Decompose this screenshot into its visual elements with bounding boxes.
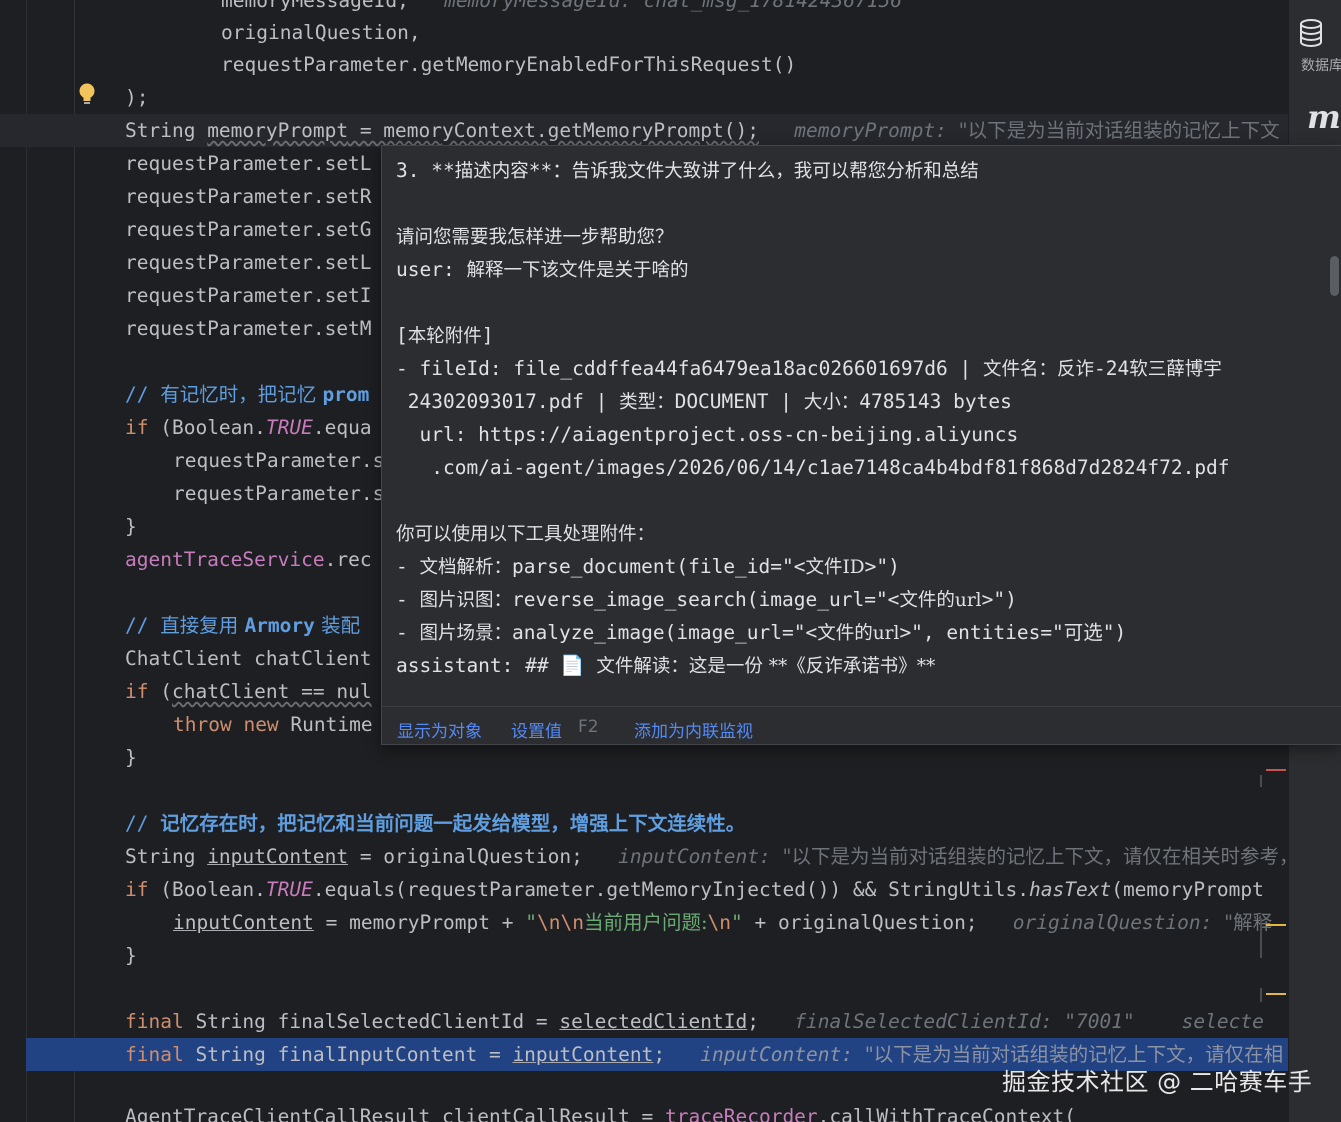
popup-line: - 文档解析：parse_document(file_id="<文件ID>") bbox=[396, 555, 900, 578]
popup-line: [本轮附件] bbox=[396, 324, 494, 347]
popup-line: 24302093017.pdf | 类型：DOCUMENT | 大小：47851… bbox=[396, 390, 1012, 413]
code-line[interactable]: String inputContent = originalQuestion; … bbox=[0, 840, 1288, 873]
popup-line: 3. **描述内容**：告诉我文件大致讲了什么，我可以帮您分析和总结 bbox=[396, 159, 979, 182]
popup-line: 你可以使用以下工具处理附件： bbox=[396, 524, 656, 545]
database-tool-label[interactable]: 数据库 bbox=[1301, 55, 1341, 75]
popup-line: user: 解释一下该文件是关于啥的 bbox=[396, 258, 689, 281]
watermark: 掘金技术社区 @ 二哈赛车手 bbox=[1002, 1068, 1313, 1096]
code-line[interactable]: if (Boolean.TRUE.equals(requestParameter… bbox=[0, 873, 1288, 906]
change-marker bbox=[1260, 775, 1262, 787]
change-marker bbox=[1260, 988, 1262, 1002]
set-value-shortcut: F2 bbox=[578, 717, 599, 737]
add-inline-watch-link[interactable]: 添加为内联监视 bbox=[634, 717, 753, 742]
popup-line: assistant: ## 📄 文件解读：这是一份 **《反诈承诺书》** bbox=[396, 654, 936, 677]
popup-line: - 图片场景：analyze_image(image_url="<文件的url>… bbox=[396, 621, 1127, 644]
mybatis-m-icon[interactable]: m bbox=[1307, 98, 1341, 136]
change-marker bbox=[1260, 918, 1262, 958]
code-line[interactable]: inputContent = memoryPrompt + "\n\n当前用户问… bbox=[0, 906, 1288, 939]
code-line-current[interactable]: String memoryPrompt = memoryContext.getM… bbox=[0, 114, 1288, 147]
change-marker bbox=[1266, 769, 1286, 771]
popup-line: - fileId: file_cddffea44fa6479ea18ac0266… bbox=[396, 357, 1222, 380]
code-line[interactable]: AgentTraceClientCallResult clientCallRes… bbox=[0, 1100, 1288, 1122]
value-tooltip-content[interactable]: 3. **描述内容**：告诉我文件大致讲了什么，我可以帮您分析和总结 请问您需要… bbox=[382, 146, 1341, 706]
popup-scrollbar[interactable] bbox=[1330, 256, 1339, 296]
code-line[interactable]: requestParameter.getMemoryEnabledForThis… bbox=[0, 48, 1288, 81]
code-line[interactable]: memoryMessageId, memoryMessageId: chat_m… bbox=[0, 0, 1288, 17]
view-as-object-link[interactable]: 显示为对象 bbox=[397, 717, 482, 742]
code-line[interactable]: } bbox=[0, 939, 1288, 972]
popup-line: - 图片识图：reverse_image_search(image_url="<… bbox=[396, 588, 1017, 611]
popup-line: 请问您需要我怎样进一步帮助您？ bbox=[396, 227, 674, 248]
code-line[interactable]: originalQuestion, bbox=[0, 16, 1288, 49]
document-icon: 📄 bbox=[560, 654, 585, 677]
popup-line: .com/ai-agent/images/2026/06/14/c1ae7148… bbox=[396, 456, 1230, 479]
change-marker bbox=[1266, 993, 1286, 995]
set-value-link[interactable]: 设置值 bbox=[511, 717, 562, 742]
popup-line: url: https://aiagentproject.oss-cn-beiji… bbox=[396, 423, 1019, 446]
popup-footer: 显示为对象 设置值 F2 添加为内联监视 bbox=[382, 706, 1341, 746]
change-marker bbox=[1266, 924, 1286, 926]
value-tooltip-popup[interactable]: 3. **描述内容**：告诉我文件大致讲了什么，我可以帮您分析和总结 请问您需要… bbox=[381, 145, 1341, 745]
code-line[interactable]: final String finalSelectedClientId = sel… bbox=[0, 1005, 1288, 1038]
code-line[interactable]: ); bbox=[0, 81, 1288, 114]
lightbulb-icon[interactable] bbox=[78, 82, 96, 108]
database-icon[interactable] bbox=[1299, 18, 1323, 48]
comment-line[interactable]: // 记忆存在时，把记忆和当前问题一起发给模型，增强上下文连续性。 bbox=[0, 807, 1288, 840]
